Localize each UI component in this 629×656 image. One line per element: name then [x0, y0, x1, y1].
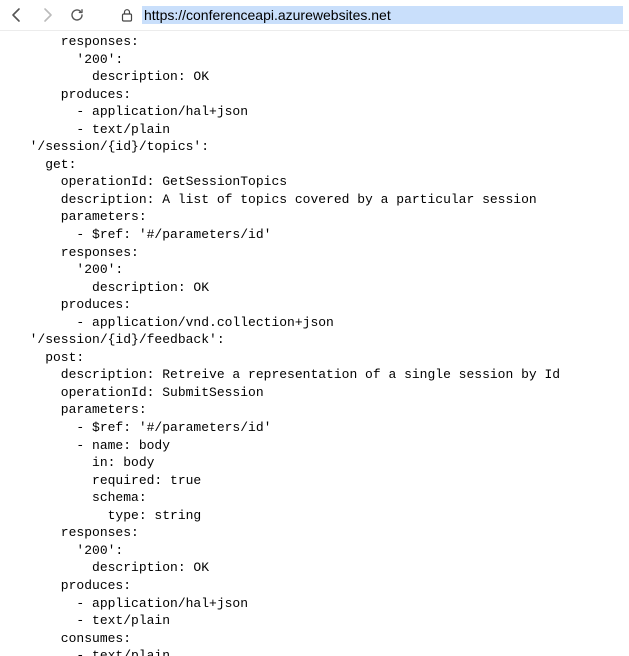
- url-input[interactable]: [142, 6, 623, 24]
- code-line: get:: [14, 157, 76, 172]
- code-line: parameters:: [14, 209, 147, 224]
- code-line: description: OK: [14, 69, 209, 84]
- code-line: - text/plain: [14, 122, 170, 137]
- code-line: - application/hal+json: [14, 104, 248, 119]
- browser-toolbar: [0, 0, 629, 31]
- page-content: responses: '200': description: OK produc…: [0, 31, 629, 656]
- code-line: type: string: [14, 508, 201, 523]
- code-line: operationId: GetSessionTopics: [14, 174, 287, 189]
- code-line: '/session/{id}/topics':: [14, 139, 209, 154]
- forward-button[interactable]: [36, 4, 58, 26]
- code-line: produces:: [14, 578, 131, 593]
- code-line: produces:: [14, 87, 131, 102]
- code-line: required: true: [14, 473, 201, 488]
- code-line: - application/vnd.collection+json: [14, 315, 334, 330]
- code-line: - application/hal+json: [14, 596, 248, 611]
- code-line: responses:: [14, 245, 139, 260]
- code-line: - text/plain: [14, 613, 170, 628]
- code-line: '200':: [14, 543, 123, 558]
- code-line: description: Retreive a representation o…: [14, 367, 560, 382]
- refresh-button[interactable]: [66, 4, 88, 26]
- back-button[interactable]: [6, 4, 28, 26]
- code-line: operationId: SubmitSession: [14, 385, 264, 400]
- code-line: '200':: [14, 262, 123, 277]
- address-bar[interactable]: [142, 4, 623, 27]
- code-line: schema:: [14, 490, 147, 505]
- code-line: responses:: [14, 525, 139, 540]
- code-line: '/session/{id}/feedback':: [14, 332, 225, 347]
- code-line: parameters:: [14, 402, 147, 417]
- code-line: in: body: [14, 455, 154, 470]
- code-line: - $ref: '#/parameters/id': [14, 227, 271, 242]
- code-line: '200':: [14, 52, 123, 67]
- yaml-output: responses: '200': description: OK produc…: [0, 33, 629, 656]
- lock-icon: [120, 8, 134, 22]
- code-line: responses:: [14, 34, 139, 49]
- code-line: produces:: [14, 297, 131, 312]
- code-line: description: A list of topics covered by…: [14, 192, 537, 207]
- code-line: - text/plain: [14, 648, 170, 656]
- code-line: post:: [14, 350, 84, 365]
- code-line: consumes:: [14, 631, 131, 646]
- code-line: description: OK: [14, 560, 209, 575]
- code-line: description: OK: [14, 280, 209, 295]
- code-line: - $ref: '#/parameters/id': [14, 420, 271, 435]
- code-line: - name: body: [14, 438, 170, 453]
